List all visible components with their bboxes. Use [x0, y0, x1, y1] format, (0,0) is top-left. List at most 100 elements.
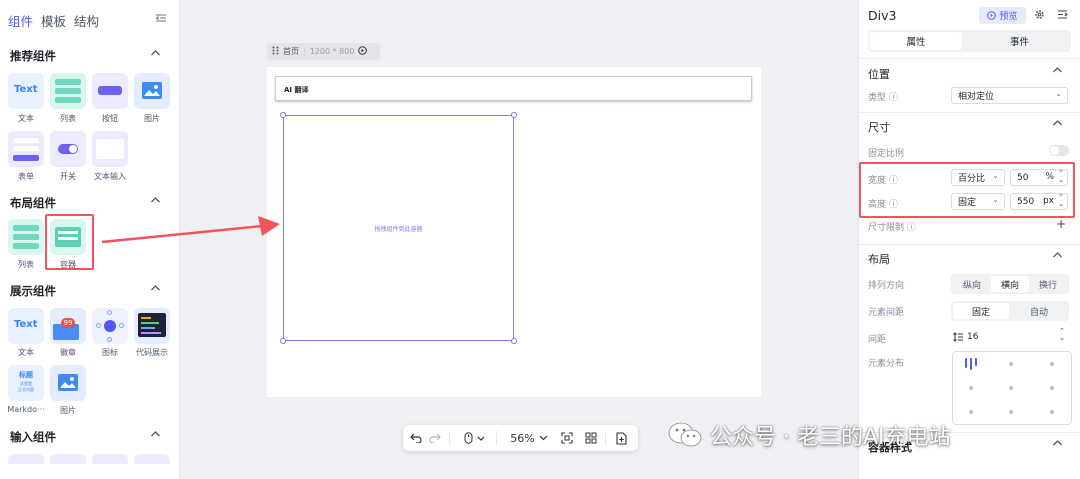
- badge-count: 99: [61, 318, 75, 328]
- gap-label: 元素间距: [868, 308, 905, 318]
- align-top-left-icon[interactable]: [964, 358, 980, 370]
- wechat-icon: [668, 422, 702, 447]
- fixed-ratio-toggle[interactable]: [1049, 145, 1069, 156]
- position-type-select[interactable]: 相对定位 ⌄: [951, 87, 1068, 104]
- collapse-panel-icon[interactable]: [155, 12, 169, 26]
- chevron-up-icon[interactable]: [1052, 439, 1063, 450]
- chevron-up-icon[interactable]: [1052, 251, 1063, 262]
- component-form[interactable]: [8, 131, 44, 167]
- text-thumb: Text: [14, 319, 38, 330]
- component-label: 文本输入: [94, 172, 126, 181]
- drop-hint: 拖拽组件到此容器: [374, 226, 423, 233]
- pointer-mode-dropdown[interactable]: [461, 430, 489, 446]
- section-title-recommended: 推荐组件: [10, 49, 56, 63]
- stepper-icon[interactable]: ⌃ ⌄: [1059, 328, 1065, 342]
- component-image[interactable]: [134, 73, 170, 109]
- tab-structure[interactable]: 结构: [74, 11, 99, 30]
- section-title-position: 位置: [868, 68, 890, 81]
- watermark: 公众号 · 老三的AI充电站: [668, 418, 951, 452]
- chevron-up-icon[interactable]: [150, 49, 162, 61]
- chevron-up-icon[interactable]: [1052, 119, 1063, 130]
- resize-handle[interactable]: [511, 112, 517, 118]
- spacing-input[interactable]: 16 ⌃ ⌄: [951, 328, 1068, 345]
- section-title-display: 展示组件: [10, 284, 56, 298]
- resize-handle[interactable]: [511, 338, 517, 344]
- canvas-toolbar: 56%: [403, 425, 638, 451]
- component-label: 图片: [60, 406, 76, 415]
- ai-translate-component[interactable]: AI 翻译: [275, 76, 752, 101]
- tab-properties[interactable]: 属性: [870, 32, 962, 50]
- component-display-image[interactable]: [50, 365, 86, 401]
- section-title-size: 尺寸: [868, 121, 890, 134]
- tab-components[interactable]: 组件: [8, 11, 33, 30]
- chevron-up-icon[interactable]: [150, 284, 162, 296]
- chevron-up-icon[interactable]: [1052, 66, 1063, 77]
- gap-segmented: 固定 自动: [951, 301, 1069, 321]
- resize-handle[interactable]: [280, 338, 286, 344]
- component-button[interactable]: [92, 73, 128, 109]
- watermark-text: 公众号 · 老三的AI充电站: [710, 425, 951, 450]
- fixed-ratio-label: 固定比例: [868, 149, 905, 159]
- drag-handle-icon[interactable]: [272, 46, 279, 57]
- component-code[interactable]: [134, 308, 170, 344]
- property-panel: Div3 预览 属性 事件 位置 类型 ⓘ 相对定位 ⌄ 尺寸 固定比例 宽度 …: [858, 0, 1080, 479]
- component-switch[interactable]: [50, 131, 86, 167]
- section-title-layout: 布局: [868, 253, 890, 266]
- component-layout-list[interactable]: [8, 219, 44, 255]
- fit-screen-icon[interactable]: [559, 430, 575, 446]
- frame-name: 首页: [283, 47, 299, 56]
- distribution-grid[interactable]: [952, 351, 1072, 425]
- selected-container-div3[interactable]: 拖拽组件到此容器: [283, 115, 514, 341]
- gear-icon[interactable]: [1034, 9, 1046, 21]
- gap-auto[interactable]: 自动: [1011, 303, 1067, 319]
- direction-vertical[interactable]: 纵向: [953, 276, 991, 292]
- chevron-up-icon[interactable]: [150, 196, 162, 208]
- add-size-limit-icon[interactable]: +: [1056, 217, 1066, 231]
- frame-size: 1200 * 800: [309, 47, 355, 56]
- left-tabs: 组件 模板 结构: [8, 11, 99, 30]
- component-text[interactable]: Text: [8, 73, 44, 109]
- direction-wrap[interactable]: 换行: [1029, 276, 1067, 292]
- component-list[interactable]: [50, 73, 86, 109]
- code-icon: [138, 313, 166, 337]
- text-thumb: Text: [14, 84, 38, 95]
- image-icon: [58, 374, 78, 391]
- component-display-text[interactable]: Text: [8, 308, 44, 344]
- direction-horizontal[interactable]: 横向: [991, 276, 1029, 292]
- play-icon: [987, 11, 997, 20]
- gap-fixed[interactable]: 固定: [953, 303, 1009, 319]
- md-thumb-lines: 这里是 正文内容: [18, 381, 34, 392]
- position-type-label: 类型 ⓘ: [868, 93, 898, 103]
- chevron-down-icon: ⌄: [1055, 89, 1062, 98]
- grid-icon[interactable]: [583, 430, 599, 446]
- icon-thumb: [104, 320, 116, 332]
- info-icon: ⓘ: [906, 223, 916, 233]
- chevron-up-icon[interactable]: [150, 430, 162, 442]
- toggle-icon: [58, 144, 78, 154]
- component-label: 图片: [144, 114, 160, 123]
- tab-events[interactable]: 事件: [970, 32, 1069, 50]
- collapse-right-panel-icon[interactable]: [1057, 9, 1069, 21]
- highlight-box-container: [45, 214, 94, 270]
- frame-header[interactable]: 首页 | 1200 * 800: [267, 43, 380, 60]
- play-icon[interactable]: [358, 46, 368, 57]
- image-icon: [142, 82, 162, 99]
- component-badge[interactable]: 99: [50, 308, 86, 344]
- undo-icon[interactable]: [408, 430, 424, 446]
- component-markdown[interactable]: 标题 这里是 正文内容: [8, 365, 44, 401]
- export-page-icon[interactable]: [613, 430, 629, 446]
- annotation-arrow: [101, 216, 280, 244]
- preview-button[interactable]: 预览: [979, 7, 1026, 24]
- selected-element-title: Div3: [868, 8, 897, 23]
- component-icon[interactable]: [92, 308, 128, 344]
- spacing-label: 间距: [868, 335, 887, 345]
- direction-segmented: 纵向 横向 换行: [951, 274, 1069, 294]
- redo-icon[interactable]: [427, 430, 443, 446]
- highlight-box-size: [859, 162, 1075, 218]
- distribution-label: 元素分布: [868, 359, 905, 369]
- section-title-layout: 布局组件: [10, 196, 56, 210]
- tab-templates[interactable]: 模板: [41, 11, 66, 30]
- zoom-select[interactable]: 56%: [505, 430, 553, 446]
- component-text-input[interactable]: [92, 131, 128, 167]
- resize-handle[interactable]: [280, 112, 286, 118]
